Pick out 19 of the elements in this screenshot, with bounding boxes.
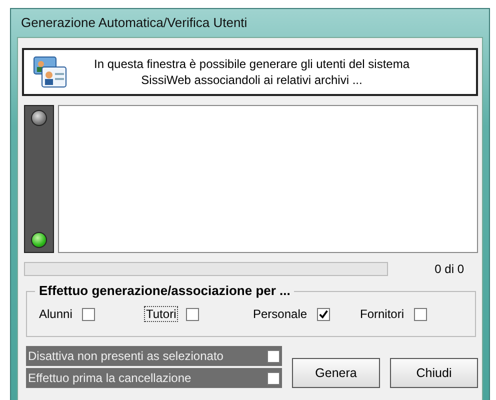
user-cards-icon [32, 54, 68, 90]
checkbox[interactable] [317, 308, 330, 320]
option-label: Fornitori [359, 306, 406, 322]
option-label: Effettuo prima la cancellazione [28, 371, 192, 385]
checkbox[interactable] [82, 308, 96, 320]
checkbox[interactable] [267, 372, 280, 384]
checkbox[interactable] [267, 350, 280, 362]
option-label: Disattiva non presenti as selezionato [28, 349, 224, 363]
info-message: In questa finestra è possibile generare gli utenti del sistema SissiWeb associandoli ai relativi archivi ... [94, 56, 410, 88]
dialog-button[interactable]: Genera [292, 358, 380, 388]
checkbox[interactable] [414, 308, 428, 320]
dialog-button[interactable]: Chiudi [390, 358, 478, 388]
option-label: Tutori [144, 306, 178, 322]
option-label: Personale [252, 306, 308, 322]
checkbox[interactable] [186, 308, 200, 320]
window-title: Generazione Automatica/Verifica Utenti [20, 14, 248, 32]
option-label: Alunni [38, 306, 74, 322]
group-title: Effettuo generazione/associazione per ... [35, 283, 294, 298]
progress-reading: 0 di 0 [434, 262, 465, 276]
